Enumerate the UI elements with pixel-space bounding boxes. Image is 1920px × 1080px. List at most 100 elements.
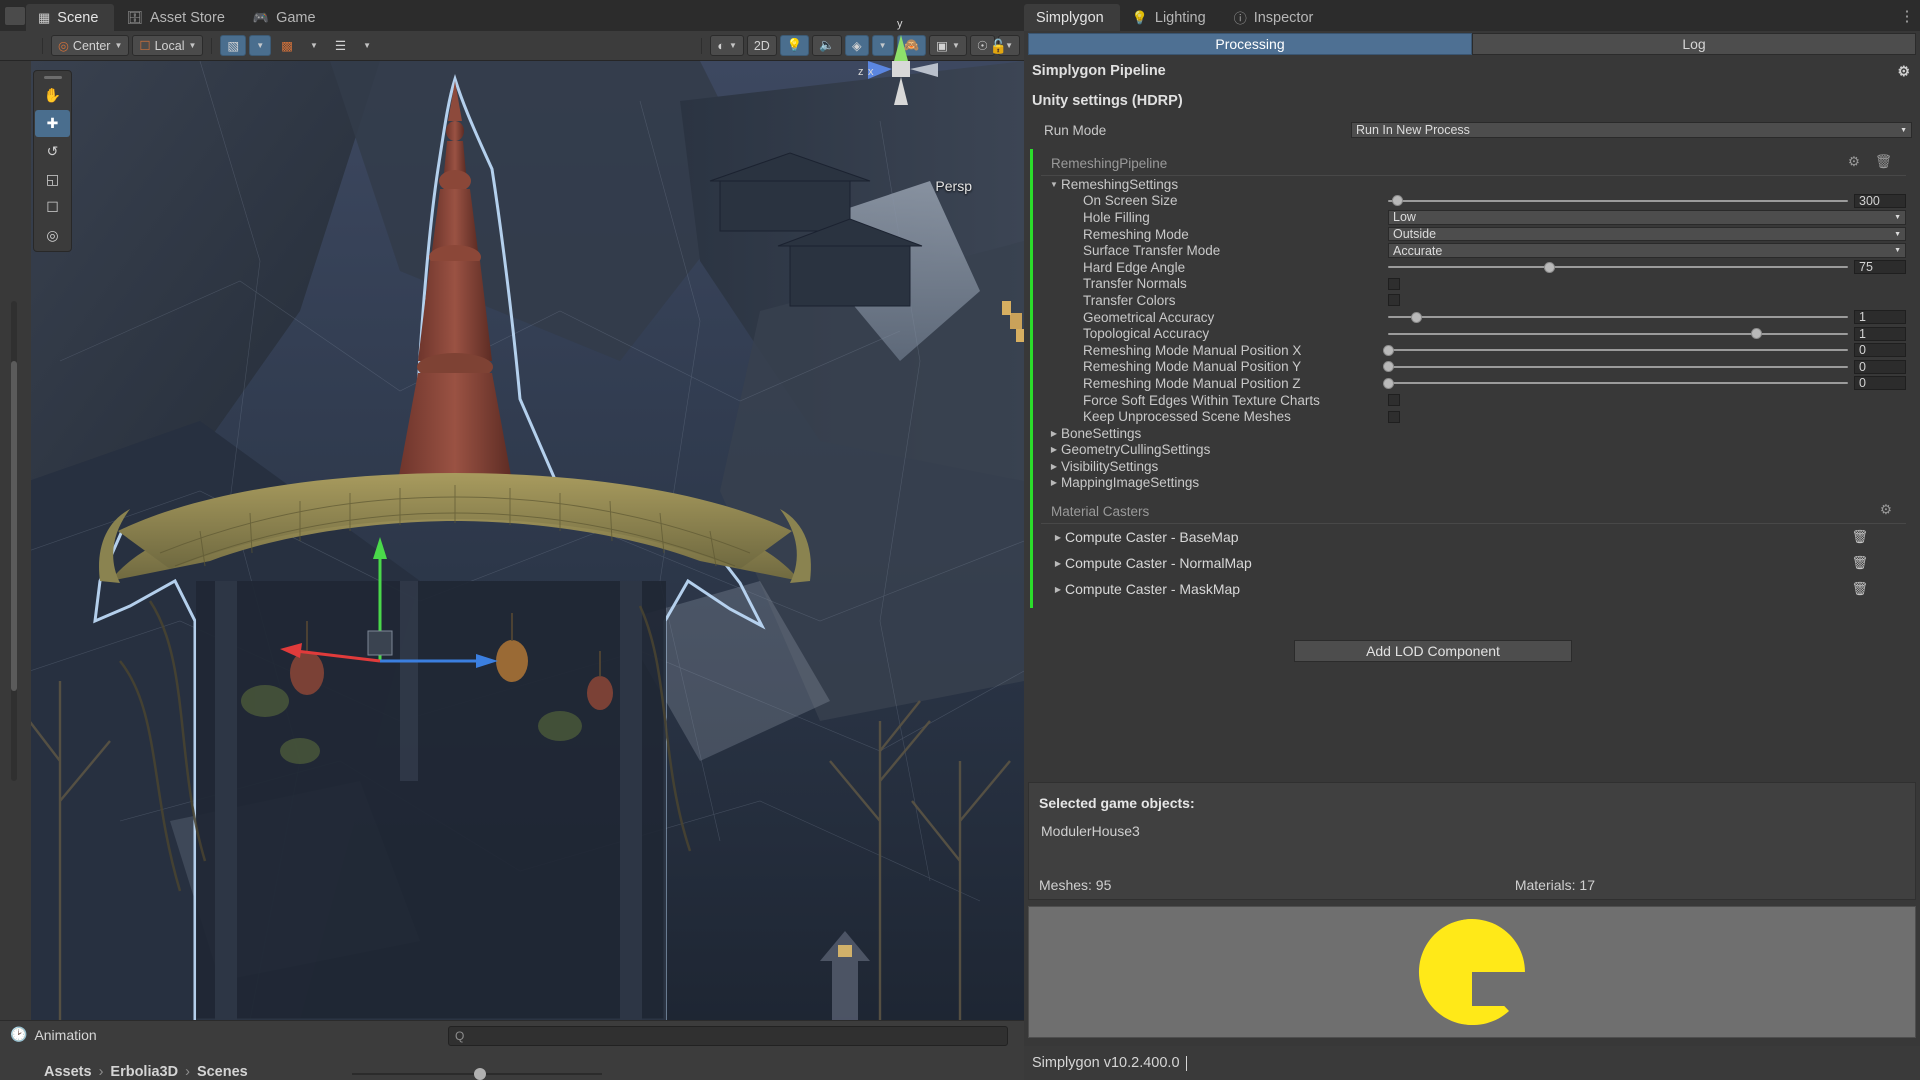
project-search-input[interactable]: Q [448,1026,1008,1046]
transform-gizmo[interactable] [250,511,510,691]
gizmo-projection-label[interactable]: Persp [935,178,972,194]
setting-slider[interactable] [1383,376,1848,390]
mode-log-button[interactable]: Log [1472,33,1916,55]
vertical-scrollbar[interactable] [8,301,22,781]
scale-tool[interactable]: ◱ [35,166,70,193]
add-lod-component-button[interactable]: Add LOD Component [1294,640,1572,662]
setting-checkbox[interactable] [1388,410,1400,423]
delete-caster-icon[interactable]: 🗑 [1851,529,1868,545]
geometry-culling-settings-group[interactable]: ▶ GeometryCullingSettings [1033,442,1914,459]
slider-knob[interactable] [1383,361,1394,373]
grid-snap-button[interactable]: ▧ [220,35,247,56]
remeshing-pipeline-block: RemeshingPipeline ⚙ 🗑 ▼ RemeshingSetting… [1030,149,1914,609]
chevron-right-icon[interactable]: ▶ [1051,559,1065,568]
setting-slider[interactable] [1383,343,1848,357]
run-mode-dropdown[interactable]: Run In New Process ▼ [1351,122,1912,138]
setting-dropdown[interactable]: Accurate ▼ [1388,243,1906,258]
setting-slider[interactable] [1383,360,1848,374]
slider-knob[interactable] [1383,377,1394,389]
setting-value-field[interactable]: 0 [1854,376,1906,391]
mapping-image-settings-group[interactable]: ▶ MappingImageSettings [1033,475,1914,492]
hand-tool[interactable]: ✋ [35,82,70,109]
settings-list: On Screen Size 300 Hole Filling Low ▼ Remeshi… [1033,193,1914,425]
setting-value-field[interactable]: 300 [1854,193,1906,208]
delete-caster-icon[interactable]: 🗑 [1851,555,1868,571]
setting-row: Hard Edge Angle 75 [1033,259,1914,276]
tab-simplygon[interactable]: Simplygon [1024,4,1120,31]
project-zoom-slider[interactable] [352,1068,602,1080]
setting-slider[interactable] [1388,327,1848,341]
tab-asset-store[interactable]: 🗄 Asset Store [114,4,240,31]
material-caster-row[interactable]: ▶ Compute Caster - NormalMap 🗑 [1033,550,1914,576]
pipeline-title: Simplygon Pipeline [1032,63,1166,79]
breadcrumb-scenes[interactable]: Scenes [197,1064,248,1080]
rect-tool[interactable]: ☐ [35,194,70,221]
setting-value-field[interactable]: 0 [1854,359,1906,374]
ruler-button[interactable]: ☰ [328,35,353,56]
rotate-tool[interactable]: ↺ [35,138,70,165]
dropdown-value: Low [1393,210,1416,225]
chevron-down-icon: ▼ [1894,213,1901,221]
slider-knob[interactable] [1751,328,1762,340]
slider-knob[interactable] [1392,195,1404,207]
chevron-down-icon: ▼ [1050,179,1058,189]
slider-knob[interactable] [1383,344,1394,356]
setting-value-field[interactable]: 75 [1854,260,1906,275]
pipeline-block-gear-icon[interactable]: ⚙ [1848,154,1860,170]
delete-caster-icon[interactable]: 🗑 [1851,581,1868,597]
pipeline-gear-icon[interactable]: ⚙ [1897,63,1910,80]
material-caster-row[interactable]: ▶ Compute Caster - MaskMap 🗑 [1033,576,1914,602]
material-casters-gear-icon[interactable]: ⚙ [1880,502,1892,518]
pivot-rotation-button[interactable]: ☐ Local ▼ [132,35,204,56]
simplygon-kebab-icon[interactable]: ⋮ [1894,0,1920,31]
material-caster-row[interactable]: ▶ Compute Caster - BaseMap 🗑 [1033,524,1914,550]
setting-dropdown[interactable]: Outside ▼ [1388,226,1906,242]
animation-tab-label[interactable]: Animation [34,1027,96,1043]
chevron-right-icon: ▶ [1050,445,1058,455]
lighting-toggle-button[interactable]: 💡 [779,35,810,56]
scene-lock-icon[interactable]: 🔓 [990,38,1007,55]
setting-checkbox[interactable] [1388,277,1400,290]
tab-lighting[interactable]: 💡 Lighting [1120,4,1222,31]
magnet-snap-button[interactable]: ▩ [274,35,300,56]
setting-row: Force Soft Edges Within Texture Charts [1033,392,1914,409]
magnet-snap-dropdown[interactable]: ▼ [303,35,325,56]
chevron-right-icon[interactable]: ▶ [1051,585,1065,594]
breadcrumb-erbolia3d[interactable]: Erbolia3D [110,1064,178,1080]
shading-mode-button[interactable]: ◐ ▼ [710,35,744,56]
grid-snap-dropdown[interactable]: ▼ [249,35,272,56]
setting-checkbox[interactable] [1388,394,1400,407]
twod-toggle-button[interactable]: 2D [746,35,777,56]
view-gizmo[interactable]: y z x [846,13,956,123]
setting-slider[interactable] [1388,310,1848,324]
setting-checkbox[interactable] [1388,294,1400,307]
tab-inspector[interactable]: ⓘ Inspector [1222,4,1330,31]
scene-viewport[interactable] [0,61,1024,1020]
setting-slider[interactable] [1388,194,1848,208]
move-tool[interactable]: ✚ [35,110,70,137]
visibility-settings-group[interactable]: ▶ VisibilitySettings [1033,458,1914,475]
setting-value-field[interactable]: 1 [1854,326,1906,341]
setting-dropdown[interactable]: Low ▼ [1388,210,1906,225]
setting-value-field[interactable]: 0 [1854,343,1906,358]
breadcrumb: Assets › Erbolia3D › Scenes [44,1064,248,1080]
tab-game[interactable]: 🎮 Game [241,4,332,31]
setting-slider[interactable] [1388,260,1848,274]
audio-mute-button[interactable]: 🔈 [812,35,842,56]
ruler-dropdown[interactable]: ▼ [356,35,378,56]
slider-knob[interactable] [1544,261,1555,273]
setting-value-field[interactable]: 1 [1854,310,1906,325]
breadcrumb-assets[interactable]: Assets [44,1064,92,1080]
bone-settings-group[interactable]: ▶ BoneSettings [1033,425,1914,442]
chevron-right-icon[interactable]: ▶ [1051,533,1065,542]
tab-scene[interactable]: ▦ Scene [26,4,115,31]
pipeline-block-delete-icon[interactable]: 🗑 [1875,154,1892,170]
mode-processing-button[interactable]: Processing [1028,33,1472,55]
transform-tool[interactable]: ◎ [35,222,70,249]
setting-label: Hole Filling [1083,209,1150,225]
tool-drag-handle[interactable] [43,76,62,79]
slider-knob[interactable] [1410,311,1422,323]
maximize-icon[interactable] [4,6,26,26]
remeshing-settings-group[interactable]: ▼ RemeshingSettings [1033,176,1914,193]
pivot-mode-button[interactable]: ◎ Center ▼ [51,35,130,56]
